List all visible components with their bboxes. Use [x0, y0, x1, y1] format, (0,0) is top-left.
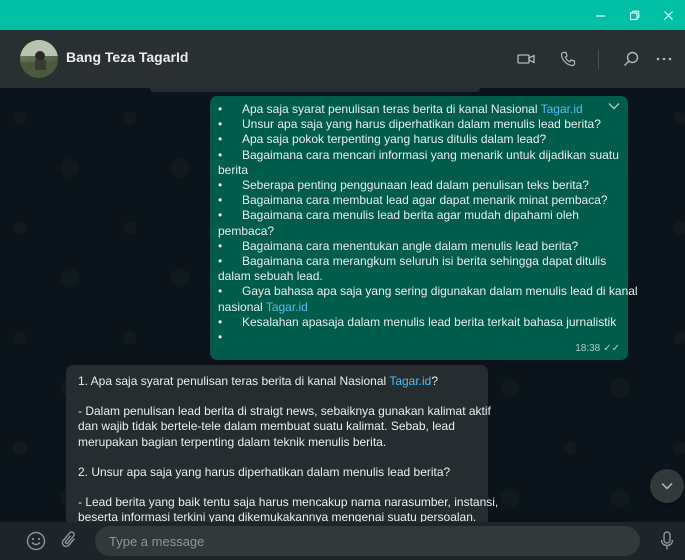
message-input[interactable]: [95, 526, 640, 556]
video-call-icon[interactable]: [514, 47, 538, 71]
emoji-icon[interactable]: [24, 529, 48, 553]
chevron-down-icon[interactable]: [608, 100, 620, 115]
question-1: 1. Apa saja syarat penulisan teras berit…: [78, 374, 439, 388]
question-2: 2. Unsur apa saja yang harus diperhatika…: [78, 464, 451, 479]
list-item: •: [218, 330, 223, 345]
answer-1-line: merupakan bagian terpenting dalam teknik…: [78, 434, 387, 449]
message-time: 18:38: [575, 342, 601, 354]
scroll-down-button[interactable]: [650, 469, 684, 503]
list-item: • Bagaimana cara merangkum seluruh isi be…: [218, 254, 607, 269]
chat-header: Bang Teza TagarId: [0, 30, 685, 88]
list-item: • Seberapa penting penggunaan lead dalam …: [218, 178, 589, 193]
search-icon[interactable]: [619, 47, 643, 71]
close-icon[interactable]: [651, 0, 685, 30]
answer-1-line: dan wajib tidak bertele-tele dalam membu…: [78, 419, 455, 434]
list-item: • Kesalahan apasaja dalam menulis lead be…: [218, 314, 617, 329]
tagar-link[interactable]: Tagar.id: [266, 300, 308, 314]
minimize-icon[interactable]: [583, 0, 617, 30]
message-composer: [0, 522, 685, 560]
list-item: • Gaya bahasa apa saja yang sering diguna…: [218, 284, 638, 299]
list-item: • Bagaimana cara menentukan angle dalam m…: [218, 238, 579, 253]
list-item-continuation: nasional Tagar.id: [218, 299, 308, 314]
list-item-continuation: dalam sebuah lead.: [218, 269, 323, 284]
contact-avatar[interactable]: [20, 40, 58, 78]
list-item: • Apa saja syarat penulisan teras berita …: [218, 102, 583, 116]
menu-icon[interactable]: [652, 47, 676, 71]
previous-message-edge: [150, 88, 480, 92]
outgoing-message[interactable]: • Apa saja syarat penulisan teras berita …: [210, 96, 638, 360]
list-item: • Apa saja pokok terpenting yang harus di…: [218, 132, 547, 147]
answer-2-line: - Lead berita yang baik tentu saja harus…: [78, 495, 499, 510]
read-receipt-icon: ✓✓: [603, 342, 620, 354]
header-divider: [598, 49, 599, 69]
list-item-continuation: pembaca?: [218, 223, 275, 238]
tagar-link[interactable]: Tagar.id: [541, 102, 583, 116]
tagar-link[interactable]: Tagar.id: [389, 374, 431, 388]
attach-icon[interactable]: [58, 529, 82, 553]
answer-1-line: - Dalam penulisan lead berita di straigt…: [78, 404, 491, 419]
message-meta: 18:38 ✓✓: [575, 341, 620, 356]
answer-2-line: beserta informasi terkini yang dikemukak…: [78, 510, 477, 522]
list-item: • Bagaimana cara mencari informasi yang m…: [218, 147, 619, 162]
chat-area[interactable]: • Apa saja syarat penulisan teras berita …: [0, 88, 685, 522]
voice-call-icon[interactable]: [556, 47, 580, 71]
chevron-down-icon: [661, 482, 673, 490]
list-item: • Bagaimana cara membuat lead agar dapat …: [218, 193, 608, 208]
window-titlebar: [0, 0, 685, 30]
contact-name[interactable]: Bang Teza TagarId: [66, 49, 188, 65]
restore-icon[interactable]: [617, 0, 651, 30]
list-item: • Bagaimana cara menulis lead berita agar…: [218, 208, 579, 223]
microphone-icon[interactable]: [655, 529, 679, 553]
list-item-continuation: berita: [218, 162, 249, 177]
list-item: • Unsur apa saja yang harus diperhatikan …: [218, 117, 601, 132]
incoming-message[interactable]: 1. Apa saja syarat penulisan teras berit…: [66, 365, 499, 522]
